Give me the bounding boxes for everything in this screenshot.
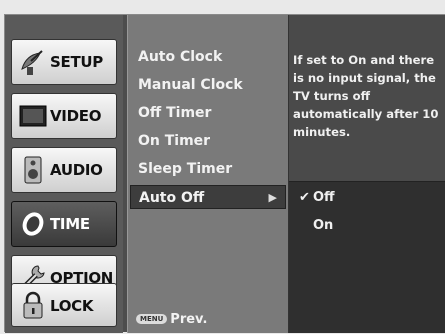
menu-key-icon: MENU <box>136 314 168 324</box>
menu-item-off-timer[interactable]: Off Timer <box>138 101 211 125</box>
help-description: If set to On and there is no input signa… <box>293 53 439 139</box>
checkmark-icon: ✔ <box>299 190 310 205</box>
prev-label: Prev. <box>170 312 208 327</box>
chevron-right-icon: ▶ <box>268 191 277 204</box>
sidebar-item-video[interactable]: VIDEO <box>11 93 117 139</box>
sidebar-item-time[interactable]: TIME <box>11 201 117 247</box>
menu-item-on-timer[interactable]: On Timer <box>138 129 210 153</box>
tv-osd-menu: SETUP VIDEO AUDIO TIME OPTION LOCK Auto … <box>4 14 445 333</box>
submenu-list: Auto Clock Manual Clock Off Timer On Tim… <box>127 15 289 333</box>
menu-item-manual-clock[interactable]: Manual Clock <box>138 73 243 97</box>
speaker-icon <box>24 156 42 184</box>
menu-item-label: Sleep Timer <box>138 161 233 177</box>
sidebar-item-label: TIME <box>50 215 90 233</box>
prev-button[interactable]: MENU Prev. <box>136 311 207 329</box>
sidebar-item-label: VIDEO <box>50 107 102 125</box>
option-on[interactable]: On <box>299 216 333 236</box>
sidebar-item-label: SETUP <box>50 53 103 71</box>
menu-item-label: Auto Off <box>139 190 205 206</box>
sidebar-item-label: AUDIO <box>50 161 103 179</box>
menu-item-label: Manual Clock <box>138 77 243 93</box>
sidebar-item-audio[interactable]: AUDIO <box>11 147 117 193</box>
sidebar-item-setup[interactable]: SETUP <box>11 39 117 85</box>
option-label: On <box>313 218 334 233</box>
help-description-box: If set to On and there is no input signa… <box>289 15 445 182</box>
category-sidebar: SETUP VIDEO AUDIO TIME OPTION LOCK <box>5 15 123 333</box>
menu-item-label: Off Timer <box>138 105 212 121</box>
menu-item-auto-off[interactable]: Auto Off ▶ <box>130 185 286 209</box>
menu-item-label: Auto Clock <box>138 49 223 65</box>
option-label: Off <box>313 190 335 205</box>
menu-item-label: On Timer <box>138 133 211 149</box>
sidebar-item-lock[interactable]: LOCK <box>11 283 117 327</box>
satellite-dish-icon <box>21 50 43 75</box>
menu-item-auto-clock[interactable]: Auto Clock <box>138 45 222 69</box>
menu-item-sleep-timer[interactable]: Sleep Timer <box>138 157 232 181</box>
option-panel: If set to On and there is no input signa… <box>289 15 445 333</box>
sidebar-item-label: LOCK <box>50 297 94 315</box>
padlock-icon <box>23 291 43 319</box>
option-off[interactable]: ✔ Off <box>299 188 335 208</box>
monitor-icon <box>19 105 47 127</box>
clock-icon <box>22 212 44 236</box>
